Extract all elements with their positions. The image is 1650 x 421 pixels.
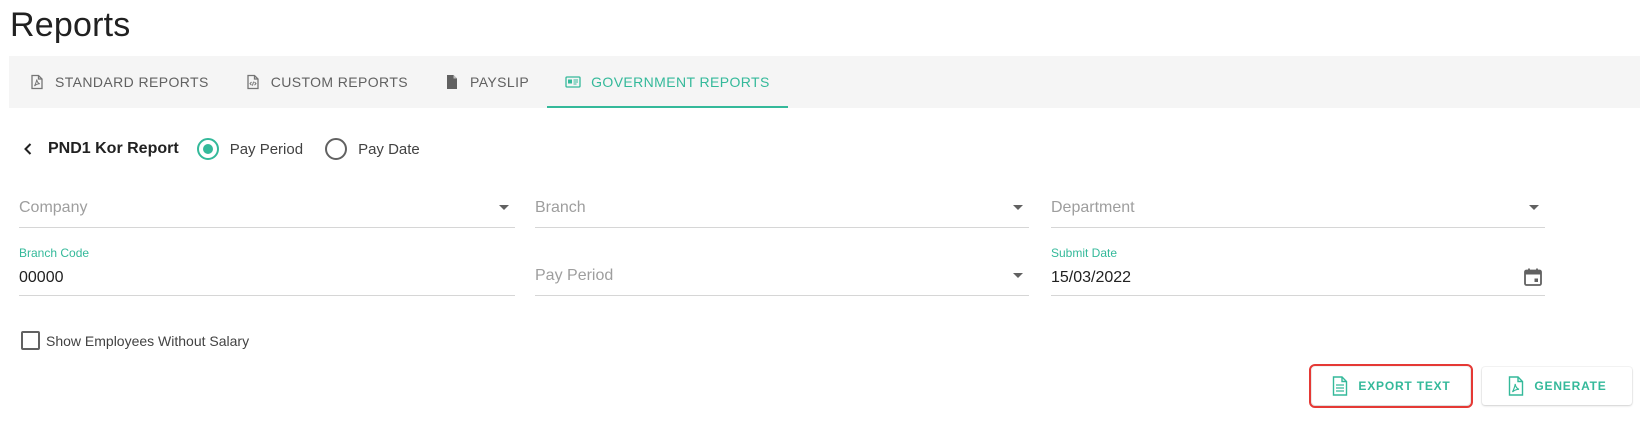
tab-government-reports[interactable]: GOVERNMENT REPORTS [547, 56, 788, 108]
calendar-icon[interactable] [1523, 267, 1543, 287]
generate-button[interactable]: GENERATE [1482, 367, 1632, 405]
department-select[interactable]: Department [1051, 188, 1545, 228]
report-header: PND1 Kor Report Pay Period Pay Date [20, 134, 442, 164]
checkbox-label: Show Employees Without Salary [46, 332, 250, 349]
company-placeholder: Company [19, 199, 88, 216]
generate-label: GENERATE [1534, 379, 1607, 393]
report-tabs: STANDARD REPORTS CUSTOM REPORTS PAYSLIP … [9, 56, 1640, 108]
branch-code-label: Branch Code [19, 246, 90, 260]
branch-select[interactable]: Branch [535, 188, 1029, 228]
radio-circle [325, 138, 348, 160]
text-file-icon [1331, 376, 1349, 396]
radio-label: Pay Date [358, 140, 420, 158]
dropdown-arrow-icon [499, 205, 509, 210]
submit-date-value: 15/03/2022 [1051, 269, 1132, 286]
tab-custom-reports[interactable]: CUSTOM REPORTS [227, 56, 426, 108]
radio-circle [196, 138, 219, 160]
dropdown-arrow-icon [1013, 273, 1023, 278]
company-select[interactable]: Company [19, 188, 515, 228]
page-title: Reports [10, 6, 131, 44]
dropdown-arrow-icon [1529, 205, 1539, 210]
branch-code-input[interactable]: Branch Code 00000 [19, 246, 515, 296]
export-text-button[interactable]: EXPORT TEXT [1309, 364, 1473, 408]
pay-period-placeholder: Pay Period [535, 267, 614, 284]
report-name: PND1 Kor Report [48, 140, 179, 157]
pdf-file-icon [1507, 376, 1525, 396]
tab-label: CUSTOM REPORTS [270, 74, 409, 90]
id-card-icon [565, 74, 581, 90]
tab-label: GOVERNMENT REPORTS [591, 74, 770, 90]
department-placeholder: Department [1051, 199, 1135, 216]
radio-pay-period[interactable]: Pay Period [196, 138, 304, 160]
radio-label: Pay Period [229, 140, 304, 158]
pay-period-select[interactable]: Pay Period [535, 248, 1029, 296]
export-text-label: EXPORT TEXT [1358, 379, 1451, 393]
file-icon [444, 74, 460, 90]
branch-placeholder: Branch [535, 199, 586, 216]
tab-standard-reports[interactable]: STANDARD REPORTS [9, 56, 227, 108]
back-arrow-icon[interactable] [20, 141, 36, 157]
pdf-file-icon [29, 74, 45, 90]
checkbox-box [21, 331, 40, 350]
submit-date-label: Submit Date [1051, 246, 1118, 260]
show-without-salary-checkbox[interactable]: Show Employees Without Salary [21, 331, 249, 350]
code-file-icon [245, 74, 261, 90]
dropdown-arrow-icon [1013, 205, 1023, 210]
branch-code-value: 00000 [19, 269, 64, 286]
tab-label: PAYSLIP [470, 74, 530, 90]
tab-label: STANDARD REPORTS [55, 74, 209, 90]
radio-pay-date[interactable]: Pay Date [325, 138, 420, 160]
submit-date-input[interactable]: Submit Date 15/03/2022 [1051, 246, 1545, 296]
tab-payslip[interactable]: PAYSLIP [426, 56, 547, 108]
